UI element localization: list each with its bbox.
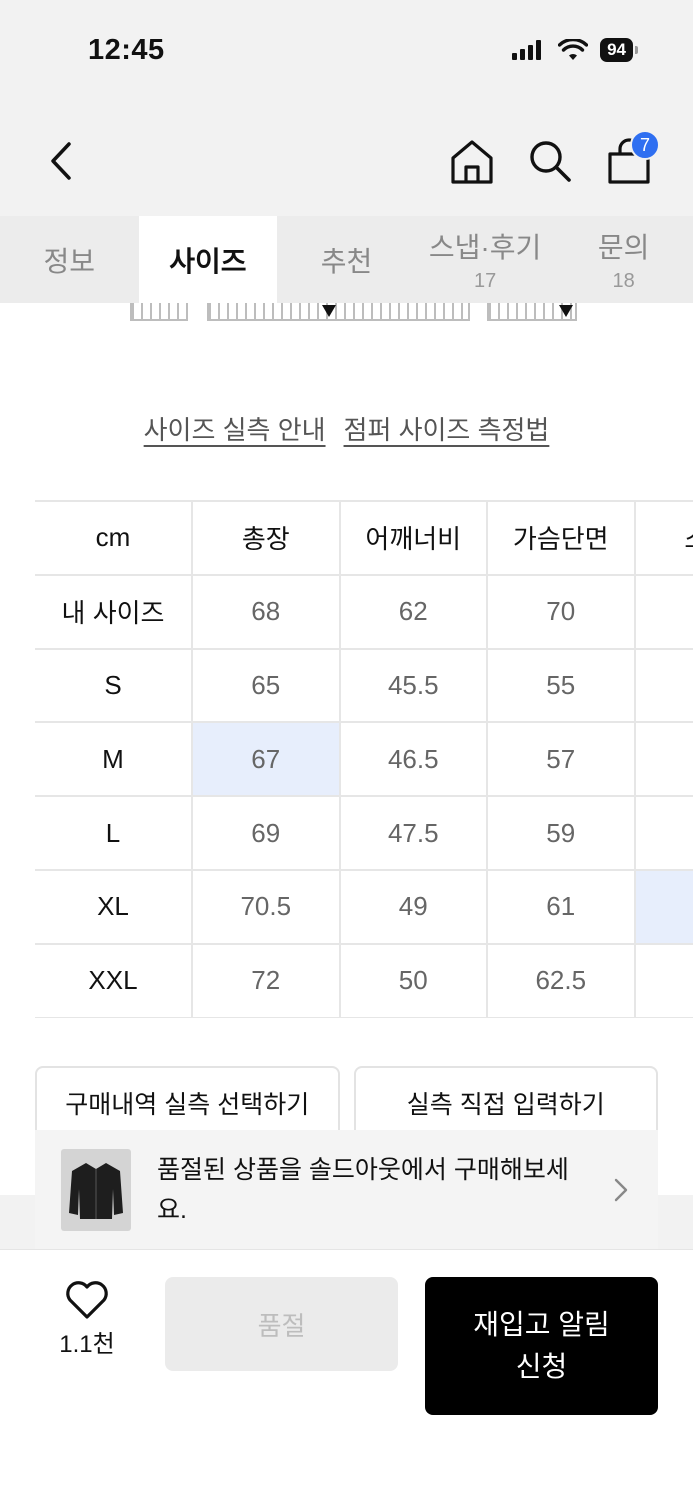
table-cell: 7 (633, 942, 693, 1018)
measurement-actions: 구매내역 실측 선택하기 실측 직접 입력하기 (35, 1066, 658, 1140)
chevron-right-icon (614, 1178, 628, 1201)
home-button[interactable] (447, 136, 497, 186)
tab-bar: 정보 사이즈 추천 스냅·후기 17 문의 18 (0, 216, 693, 303)
table-cell: 62.5 (486, 942, 636, 1018)
size-graph-marker (559, 305, 573, 317)
tab-label: 사이즈 (169, 245, 247, 277)
measure-method-link[interactable]: 점퍼 사이즈 측정법 (344, 410, 550, 447)
tab-snap-review[interactable]: 스냅·후기 17 (416, 216, 555, 303)
table-cell: 5 (633, 721, 693, 798)
manual-measure-input-button[interactable]: 실측 직접 입력하기 (353, 1066, 658, 1140)
wifi-icon (558, 39, 589, 60)
table-cell: 50 (338, 942, 488, 1018)
size-table-container[interactable]: cm 총장 어깨너비 가슴단면 소매 내 사이즈 68 62 70 6 S 65… (35, 500, 693, 1018)
unit-header: cm (35, 500, 193, 576)
tab-count: 18 (612, 270, 635, 292)
tab-label: 정보 (43, 245, 96, 277)
row-label: L (35, 795, 193, 871)
table-cell: 70 (486, 573, 636, 650)
table-cell: 61 (486, 868, 636, 945)
tab-inquiry[interactable]: 문의 18 (554, 216, 693, 303)
table-header-row: cm 총장 어깨너비 가슴단면 소매 (35, 500, 693, 576)
row-label: XL (35, 868, 193, 945)
row-label: XXL (35, 942, 193, 1018)
chevron-left-icon (51, 142, 71, 180)
jacket-image (69, 1162, 123, 1219)
table-cell-highlighted: 67 (191, 721, 341, 798)
status-icons: 94 (512, 38, 638, 62)
bottom-purchase-bar: 1.1천 품절 재입고 알림 신청 (0, 1249, 693, 1500)
product-thumbnail (61, 1148, 131, 1231)
row-label: S (35, 647, 193, 724)
table-row-m[interactable]: M 67 46.5 57 5 (35, 721, 693, 798)
row-label: M (35, 721, 193, 798)
tab-label: 추천 (320, 245, 373, 277)
tab-size[interactable]: 사이즈 (138, 216, 278, 303)
signal-icon (512, 40, 542, 60)
purchase-history-measure-button[interactable]: 구매내역 실측 선택하기 (35, 1066, 340, 1140)
size-table: cm 총장 어깨너비 가슴단면 소매 내 사이즈 68 62 70 6 S 65… (35, 500, 693, 1018)
status-time: 12:45 (88, 34, 165, 66)
nav-header: 7 (0, 100, 693, 216)
like-count: 1.1천 (59, 1331, 115, 1358)
column-header: 총장 (191, 500, 341, 576)
restock-alert-button[interactable]: 재입고 알림 신청 (425, 1277, 658, 1415)
back-button[interactable] (36, 136, 86, 186)
table-cell: 6 (633, 795, 693, 871)
table-cell: 55 (486, 647, 636, 724)
table-cell: 72 (191, 942, 341, 1018)
search-button[interactable] (525, 136, 575, 186)
status-bar: 12:45 94 (0, 0, 693, 100)
soldout-banner-text: 품절된 상품을 솔드아웃에서 구매해보세요. (157, 1155, 569, 1224)
table-cell-highlighted: 6 (633, 868, 693, 945)
tab-recommend[interactable]: 추천 (277, 216, 416, 303)
column-header: 가슴단면 (486, 500, 636, 576)
table-cell: 45.5 (338, 647, 488, 724)
like-button[interactable]: 1.1천 (46, 1280, 128, 1359)
table-cell: 65 (191, 647, 341, 724)
tab-count: 17 (473, 270, 497, 292)
table-row-my-size: 내 사이즈 68 62 70 6 (35, 573, 693, 650)
table-cell: 6 (633, 573, 693, 650)
heart-icon (66, 1281, 108, 1319)
search-icon (530, 141, 571, 182)
table-row-xxl[interactable]: XXL 72 50 62.5 7 (35, 942, 693, 1018)
table-row-s[interactable]: S 65 45.5 55 (35, 647, 693, 724)
tab-label: 문의 (597, 232, 650, 263)
table-row-xl[interactable]: XL 70.5 49 61 6 (35, 868, 693, 945)
table-cell: 57 (486, 721, 636, 798)
table-cell: 46.5 (338, 721, 488, 798)
table-cell: 70.5 (191, 868, 341, 945)
size-graph-marker (322, 305, 336, 317)
column-header: 어깨너비 (338, 500, 488, 576)
row-label: 내 사이즈 (35, 573, 193, 650)
home-icon (451, 140, 493, 184)
table-row-l[interactable]: L 69 47.5 59 6 (35, 795, 693, 871)
table-cell: 68 (191, 573, 341, 650)
tab-info[interactable]: 정보 (0, 216, 139, 303)
table-cell: 59 (486, 795, 636, 871)
soldout-button: 품절 (165, 1277, 398, 1371)
size-graph-ruler (207, 303, 470, 321)
battery-indicator: 94 (600, 38, 638, 62)
table-cell: 62 (338, 573, 488, 650)
cart-count-badge: 7 (630, 130, 660, 160)
table-cell: 49 (338, 868, 488, 945)
size-graph-ruler (130, 303, 188, 321)
tab-label: 스냅·후기 (428, 232, 542, 263)
column-header: 소매 (633, 500, 693, 576)
table-cell (633, 647, 693, 724)
cart-button[interactable]: 7 (604, 130, 660, 186)
table-cell: 69 (191, 795, 341, 871)
size-guide-link[interactable]: 사이즈 실측 안내 (144, 410, 326, 447)
table-cell: 47.5 (338, 795, 488, 871)
size-links: 사이즈 실측 안내 점퍼 사이즈 측정법 (0, 410, 693, 447)
soldout-banner[interactable]: 품절된 상품을 솔드아웃에서 구매해보세요. (35, 1130, 658, 1249)
